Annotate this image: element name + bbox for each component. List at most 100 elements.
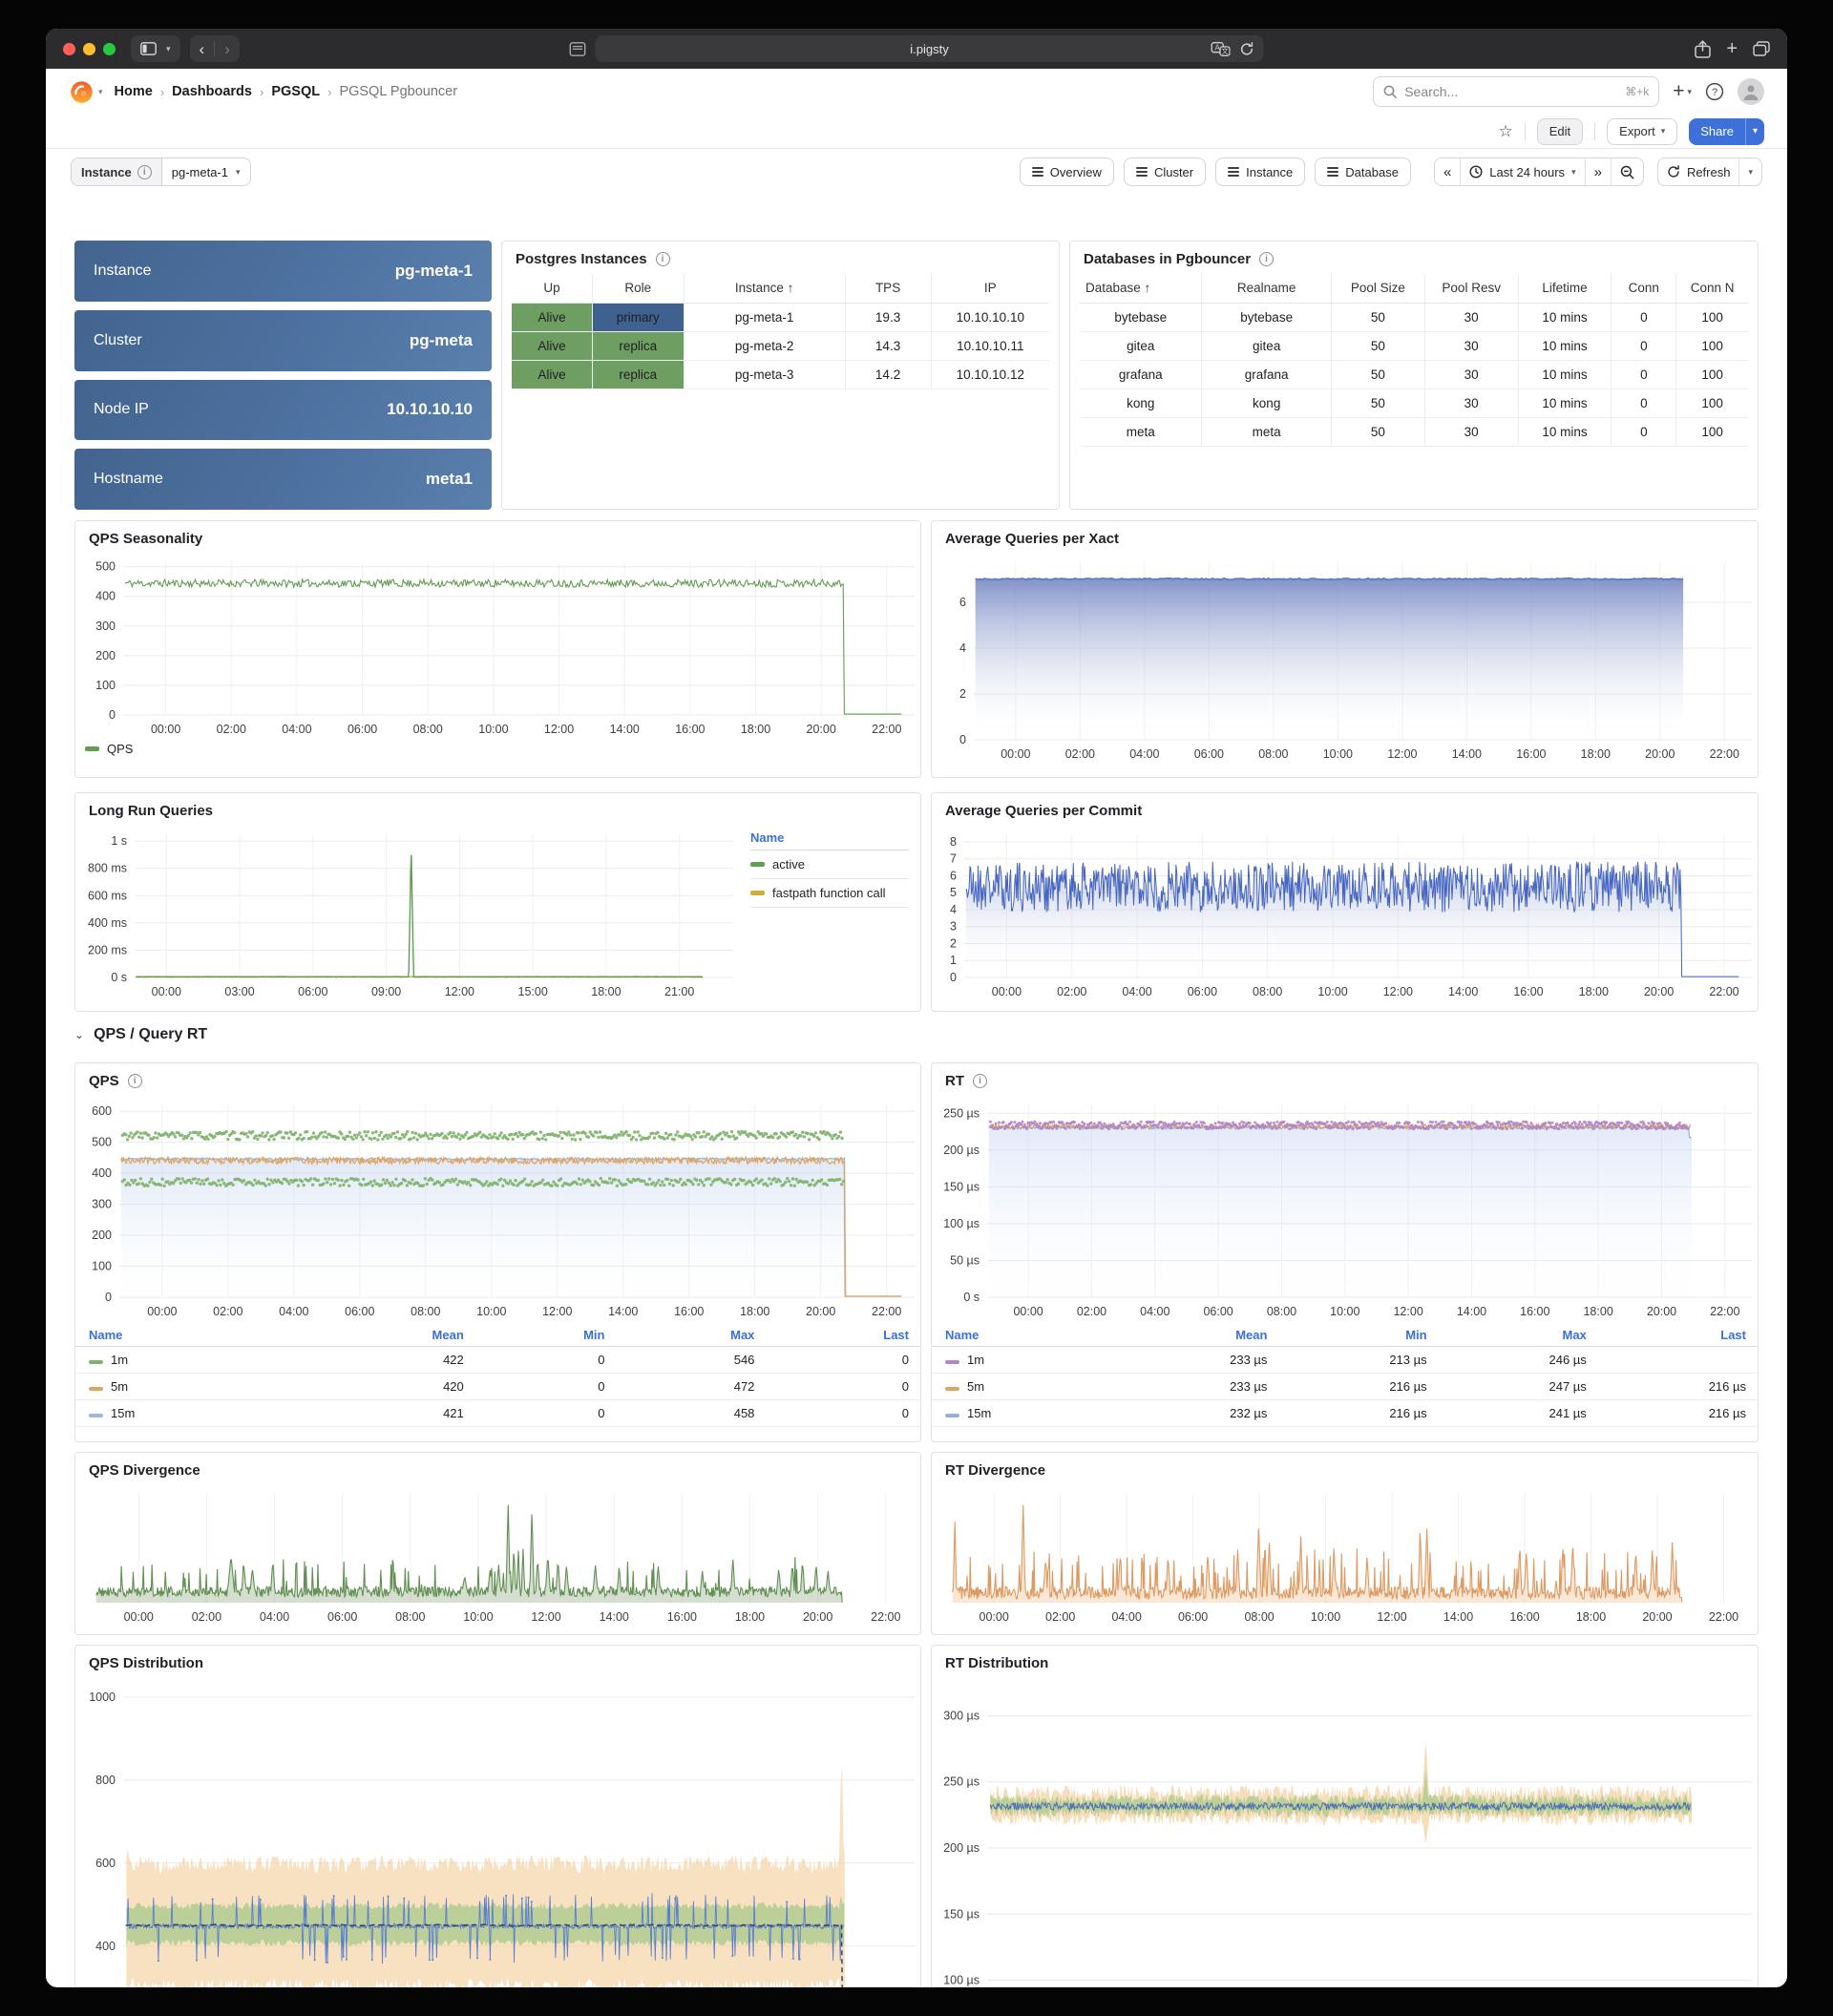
- column-header-role[interactable]: Role: [592, 273, 684, 304]
- chart-area-long-run[interactable]: 0 s200 ms400 ms600 ms800 ms1 s00:0003:00…: [75, 825, 747, 1002]
- time-shift-forward-button[interactable]: »: [1586, 158, 1612, 185]
- legend-series-name[interactable]: 15m: [967, 1406, 991, 1420]
- share-button[interactable]: Share ▾: [1689, 118, 1764, 145]
- forward-icon[interactable]: ›: [224, 41, 230, 57]
- edit-button[interactable]: Edit: [1537, 118, 1583, 145]
- avatar[interactable]: [1738, 78, 1764, 105]
- chart-area-qps-dist[interactable]: 2004006008001000: [75, 1677, 928, 1987]
- stat-cluster[interactable]: Clusterpg-meta: [74, 310, 492, 371]
- instance-variable[interactable]: Instancei pg-meta-1▾: [71, 158, 251, 186]
- legend-series-name[interactable]: 5m: [111, 1379, 128, 1394]
- cell-instance[interactable]: pg-meta-1: [684, 304, 845, 332]
- chart-avg-xact[interactable]: 024600:0002:0004:0006:0008:0010:0012:001…: [936, 553, 1761, 765]
- section-qps-query-rt[interactable]: ⌄ QPS / Query RT: [74, 1026, 207, 1043]
- chart-qps-seasonality[interactable]: 010020030040050000:0002:0004:0006:0008:0…: [79, 553, 924, 740]
- new-tab-icon[interactable]: +: [1726, 39, 1738, 58]
- help-icon[interactable]: ?: [1705, 82, 1724, 101]
- legend-column-min[interactable]: Min: [1278, 1324, 1438, 1347]
- nav-link-instance[interactable]: Instance: [1215, 158, 1305, 186]
- chart-area-qps-div[interactable]: 00:0002:0004:0006:0008:0010:0012:0014:00…: [75, 1484, 928, 1628]
- column-header-up[interactable]: Up: [512, 273, 592, 304]
- breadcrumb-item-pgsql-pgbouncer[interactable]: PGSQL Pgbouncer: [339, 84, 457, 99]
- chart-qps-main[interactable]: 010020030040050060000:0002:0004:0006:000…: [79, 1095, 924, 1322]
- address-bar[interactable]: i.pigsty A文: [596, 35, 1264, 62]
- back-icon[interactable]: ‹: [200, 41, 205, 57]
- column-header-ip[interactable]: IP: [931, 273, 1049, 304]
- cell-instance[interactable]: pg-meta-2: [684, 332, 845, 361]
- column-header-connn[interactable]: Conn N: [1676, 273, 1748, 304]
- grafana-logo[interactable]: [69, 79, 95, 105]
- breadcrumb-item-home[interactable]: Home: [115, 84, 153, 99]
- zoom-window-button[interactable]: [103, 43, 116, 55]
- reload-icon[interactable]: [1240, 42, 1254, 56]
- legend-series-name[interactable]: 1m: [967, 1353, 984, 1367]
- column-header-realname[interactable]: Realname: [1202, 273, 1331, 304]
- chart-area-avg-xact[interactable]: 024600:0002:0004:0006:0008:0010:0012:001…: [932, 553, 1765, 765]
- chart-rt-main[interactable]: 0 s50 µs100 µs150 µs200 µs250 µs00:0002:…: [936, 1095, 1761, 1322]
- minimize-window-button[interactable]: [83, 43, 95, 55]
- column-header-conn[interactable]: Conn: [1612, 273, 1676, 304]
- legend-column-name[interactable]: Name: [75, 1324, 302, 1347]
- legend-column-last[interactable]: Last: [1598, 1324, 1758, 1347]
- chart-qps-dist[interactable]: 2004006008001000: [79, 1677, 924, 1987]
- sidebar-toggle-group[interactable]: ▾: [131, 35, 180, 62]
- export-button[interactable]: Export▾: [1607, 118, 1677, 145]
- add-button[interactable]: +▾: [1673, 80, 1692, 103]
- legend-column-mean[interactable]: Mean: [1119, 1324, 1278, 1347]
- time-shift-back-button[interactable]: «: [1435, 158, 1461, 185]
- breadcrumb-item-dashboards[interactable]: Dashboards: [172, 84, 252, 99]
- star-icon[interactable]: ☆: [1499, 122, 1513, 141]
- legend-series-name[interactable]: 1m: [111, 1353, 128, 1367]
- legend-item[interactable]: QPS: [107, 742, 133, 756]
- cell-database[interactable]: bytebase: [1080, 304, 1202, 332]
- legend-header[interactable]: Name: [750, 830, 909, 850]
- share-dropdown-icon[interactable]: ▾: [1745, 118, 1764, 145]
- chart-rt-div[interactable]: 00:0002:0004:0006:0008:0010:0012:0014:00…: [936, 1484, 1761, 1628]
- share-icon[interactable]: [1695, 40, 1711, 58]
- cell-database[interactable]: gitea: [1080, 332, 1202, 361]
- legend-item[interactable]: fastpath function call: [750, 879, 909, 908]
- tab-overview-icon[interactable]: [1753, 41, 1770, 56]
- cell-ip[interactable]: 10.10.10.12: [931, 361, 1049, 389]
- column-header-lifetime[interactable]: Lifetime: [1518, 273, 1612, 304]
- time-range-dropdown[interactable]: Last 24 hours ▾: [1461, 158, 1585, 185]
- close-window-button[interactable]: [63, 43, 75, 55]
- cell-ip[interactable]: 10.10.10.10: [931, 304, 1049, 332]
- column-header-tps[interactable]: TPS: [845, 273, 931, 304]
- legend-column-max[interactable]: Max: [616, 1324, 766, 1347]
- refresh-button[interactable]: Refresh: [1658, 158, 1740, 185]
- chart-area-qps-seasonality[interactable]: 010020030040050000:0002:0004:0006:0008:0…: [75, 553, 928, 740]
- chart-area-avg-commit[interactable]: 01234567800:0002:0004:0006:0008:0010:001…: [932, 825, 1765, 1002]
- stat-hostname[interactable]: Hostnamemeta1: [74, 449, 492, 510]
- chart-area-rt-dist[interactable]: 100 µs150 µs200 µs250 µs300 µs: [932, 1677, 1765, 1987]
- chart-area-rt-div[interactable]: 00:0002:0004:0006:0008:0010:0012:0014:00…: [932, 1484, 1765, 1628]
- legend-column-name[interactable]: Name: [932, 1324, 1119, 1347]
- cell-ip[interactable]: 10.10.10.11: [931, 332, 1049, 361]
- cell-database[interactable]: grafana: [1080, 361, 1202, 389]
- refresh-interval-dropdown[interactable]: ▾: [1739, 158, 1761, 185]
- nav-link-overview[interactable]: Overview: [1020, 158, 1114, 186]
- stat-instance[interactable]: Instancepg-meta-1: [74, 241, 492, 302]
- nav-link-database[interactable]: Database: [1315, 158, 1411, 186]
- stat-node-ip[interactable]: Node IP10.10.10.10: [74, 380, 492, 441]
- zoom-out-button[interactable]: [1612, 158, 1643, 185]
- chart-avg-commit[interactable]: 01234567800:0002:0004:0006:0008:0010:001…: [936, 825, 1761, 1002]
- legend-column-min[interactable]: Min: [475, 1324, 617, 1347]
- legend-column-last[interactable]: Last: [766, 1324, 920, 1347]
- column-header-instance[interactable]: Instance ↑: [684, 273, 845, 304]
- variable-value-dropdown[interactable]: pg-meta-1▾: [162, 158, 250, 185]
- search-input[interactable]: Search... ⌘+k: [1373, 76, 1659, 107]
- reader-icon[interactable]: [570, 42, 586, 56]
- translate-icon[interactable]: A文: [1211, 42, 1231, 56]
- cell-database[interactable]: meta: [1080, 418, 1202, 447]
- cell-instance[interactable]: pg-meta-3: [684, 361, 845, 389]
- chart-qps-div[interactable]: 00:0002:0004:0006:0008:0010:0012:0014:00…: [79, 1484, 924, 1628]
- breadcrumb-item-pgsql[interactable]: PGSQL: [271, 84, 320, 99]
- legend-column-mean[interactable]: Mean: [302, 1324, 475, 1347]
- chart-area-rt-main[interactable]: 0 s50 µs100 µs150 µs200 µs250 µs00:0002:…: [932, 1095, 1765, 1322]
- legend-item[interactable]: active: [750, 850, 909, 879]
- chart-rt-dist[interactable]: 100 µs150 µs200 µs250 µs300 µs: [936, 1677, 1761, 1987]
- nav-link-cluster[interactable]: Cluster: [1124, 158, 1206, 186]
- org-switcher-chevron-icon[interactable]: ▾: [98, 87, 103, 97]
- column-header-poolsize[interactable]: Pool Size: [1331, 273, 1424, 304]
